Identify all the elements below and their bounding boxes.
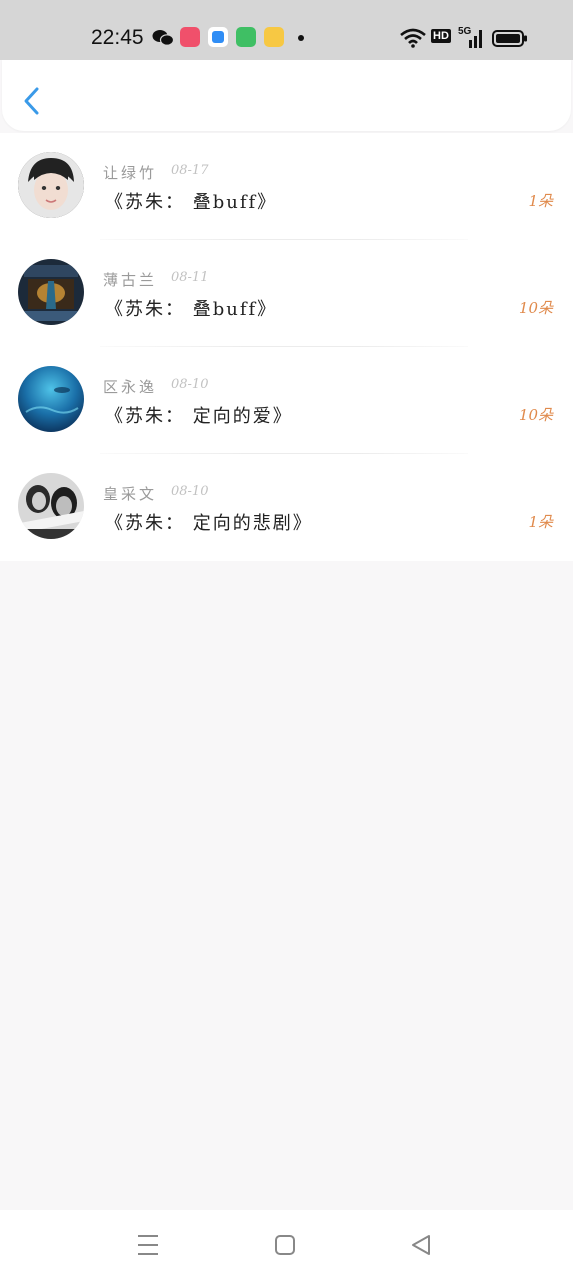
menu-icon <box>138 1235 158 1255</box>
list-item[interactable]: 区永逸 08-10 《苏朱： 定向的爱》 10朵 <box>0 347 573 454</box>
app-icon-blue <box>208 27 228 47</box>
wifi-icon <box>400 28 426 48</box>
avatar <box>18 259 84 325</box>
sender-name: 薄古兰 <box>103 271 158 289</box>
gift-date: 08-10 <box>171 377 209 392</box>
flower-count: 10朵 <box>518 406 553 424</box>
avatar <box>18 473 84 539</box>
sender-name: 区永逸 <box>103 378 158 396</box>
home-button[interactable] <box>270 1232 300 1258</box>
app-icon-green <box>236 27 256 47</box>
header-bar <box>2 60 571 131</box>
avatar <box>18 152 84 218</box>
hd-icon: HD <box>431 29 451 43</box>
flower-count: 1朵 <box>528 513 553 531</box>
work-title: 《苏朱： 叠buff》 <box>105 299 278 320</box>
menu-button[interactable] <box>133 1232 163 1258</box>
work-title: 《苏朱： 叠buff》 <box>105 192 278 213</box>
back-triangle-icon <box>412 1235 430 1255</box>
app-icon-yellow <box>264 27 284 47</box>
list-item[interactable]: 皇采文 08-10 《苏朱： 定向的悲剧》 1朵 <box>0 454 573 561</box>
list-item[interactable]: 薄古兰 08-11 《苏朱： 叠buff》 10朵 <box>0 240 573 347</box>
gift-record-list: 让绿竹 08-17 《苏朱： 叠buff》 1朵 薄古兰 08-11 《苏朱： … <box>0 133 573 561</box>
work-title: 《苏朱： 定向的爱》 <box>105 406 293 427</box>
signal-bars-icon <box>469 30 482 48</box>
system-back-button[interactable] <box>406 1232 436 1258</box>
list-item[interactable]: 让绿竹 08-17 《苏朱： 叠buff》 1朵 <box>0 133 573 240</box>
flower-count: 10朵 <box>518 299 553 317</box>
wechat-icon <box>152 30 174 46</box>
status-time: 22:45 <box>91 26 144 49</box>
avatar <box>18 366 84 432</box>
sender-name: 皇采文 <box>103 485 158 503</box>
status-right-icons: HD 5G <box>400 26 530 50</box>
flower-count: 1朵 <box>528 192 553 210</box>
battery-icon <box>492 30 527 47</box>
gift-date: 08-11 <box>171 270 209 285</box>
sender-name: 让绿竹 <box>103 164 158 182</box>
notification-dot <box>298 35 304 41</box>
gift-date: 08-10 <box>171 484 209 499</box>
status-bar: 22:45 HD 5G <box>0 0 573 60</box>
chevron-left-icon <box>24 87 39 115</box>
app-icon-red <box>180 27 200 47</box>
gift-date: 08-17 <box>171 163 209 178</box>
system-nav-bar <box>0 1210 573 1280</box>
home-square-icon <box>275 1235 295 1255</box>
work-title: 《苏朱： 定向的悲剧》 <box>105 513 313 534</box>
back-button[interactable] <box>16 82 52 120</box>
